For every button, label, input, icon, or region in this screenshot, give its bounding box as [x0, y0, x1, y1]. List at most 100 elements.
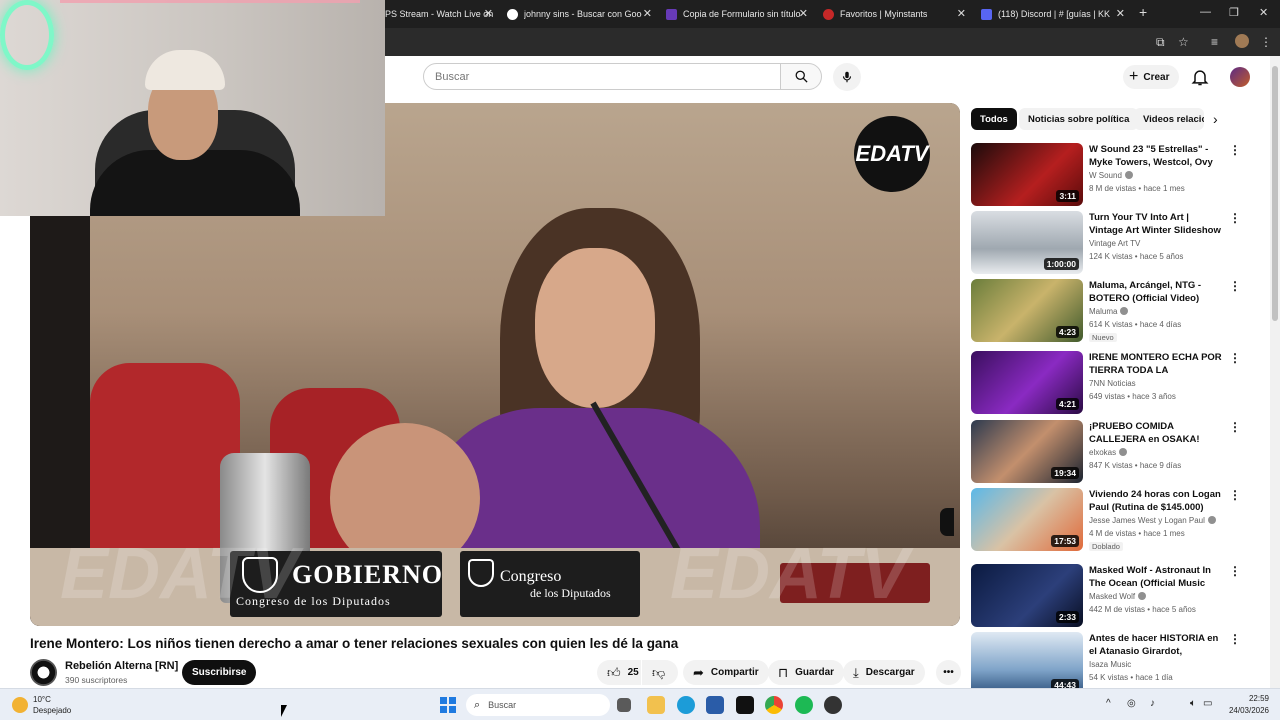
- more-vertical-icon[interactable]: ⋮: [1229, 211, 1241, 225]
- more-vertical-icon[interactable]: ⋮: [1229, 279, 1241, 293]
- spotify-icon[interactable]: [795, 696, 813, 714]
- scrollbar-thumb[interactable]: [1272, 66, 1278, 321]
- recommendation-channel[interactable]: Maluma: [1089, 307, 1129, 316]
- recommendation-channel[interactable]: Isaza Music: [1089, 660, 1131, 669]
- file-explorer-icon[interactable]: [647, 696, 665, 714]
- more-actions-button[interactable]: •••: [936, 660, 961, 685]
- more-vertical-icon[interactable]: ⋮: [1229, 488, 1241, 502]
- weather-condition[interactable]: Despejado: [33, 706, 71, 715]
- chip-politics[interactable]: Noticias sobre política: [1019, 108, 1139, 130]
- close-icon[interactable]: ✕: [957, 7, 966, 20]
- recommendation-title[interactable]: Masked Wolf - Astronaut In The Ocean (Of…: [1089, 564, 1225, 590]
- chrome-icon[interactable]: [765, 696, 783, 714]
- clock-date[interactable]: 24/03/2026: [1219, 706, 1269, 715]
- close-icon[interactable]: ✕: [799, 7, 808, 20]
- browser-tab[interactable]: Favoritos | Myinstants ✕: [823, 4, 966, 24]
- video-thumbnail[interactable]: 2:33: [971, 564, 1083, 627]
- windows-start-icon[interactable]: [440, 697, 456, 713]
- notifications-bell-icon[interactable]: [1190, 67, 1210, 87]
- recommendation-item[interactable]: 1:00:00 Turn Your TV Into Art | Vintage …: [971, 211, 1261, 275]
- more-vertical-icon[interactable]: ⋮: [1229, 143, 1241, 157]
- browser-tab[interactable]: Copia de Formulario sin título ✕: [666, 4, 808, 24]
- download-button[interactable]: ⤓ Descargar: [843, 660, 925, 685]
- close-icon[interactable]: ✕: [643, 7, 652, 20]
- recommendation-channel[interactable]: Vintage Art TV: [1089, 239, 1140, 248]
- recommendation-channel[interactable]: Masked Wolf: [1089, 592, 1147, 601]
- bookmark-star-icon[interactable]: ☆: [1178, 35, 1189, 49]
- search-button[interactable]: [780, 63, 822, 90]
- recommendation-channel[interactable]: Jesse James West y Logan Paul: [1089, 516, 1216, 525]
- task-view-icon[interactable]: [617, 698, 631, 712]
- recommendation-title[interactable]: Turn Your TV Into Art | Vintage Art Wint…: [1089, 211, 1225, 237]
- chip-related[interactable]: Videos relacionados: [1134, 108, 1204, 130]
- plus-icon[interactable]: +: [1139, 4, 1147, 20]
- more-vertical-icon[interactable]: ⋮: [1229, 420, 1241, 434]
- video-thumbnail[interactable]: 1:00:00: [971, 211, 1083, 274]
- recommendation-item[interactable]: 4:21 IRENE MONTERO ECHA POR TIERRA TODA …: [971, 351, 1261, 415]
- share-button[interactable]: ➦ Compartir: [683, 660, 769, 685]
- menu-icon[interactable]: ⋮: [1260, 35, 1272, 49]
- recommendation-item[interactable]: 17:53 Viviendo 24 horas con Logan Paul (…: [971, 488, 1261, 552]
- subscribe-button[interactable]: Suscribirse: [182, 660, 257, 685]
- recommendation-item[interactable]: 2:33 Masked Wolf - Astronaut In The Ocea…: [971, 564, 1261, 628]
- recommendation-title[interactable]: IRENE MONTERO ECHA POR TIERRA TODA LA ES…: [1089, 351, 1225, 377]
- close-window-icon[interactable]: ✕: [1259, 6, 1268, 19]
- recommendation-item[interactable]: 3:11 W Sound 23 "5 Estrellas" - Myke Tow…: [971, 143, 1261, 207]
- more-vertical-icon[interactable]: ⋮: [1229, 632, 1241, 646]
- chip-all[interactable]: Todos: [971, 108, 1017, 130]
- close-icon[interactable]: ✕: [1116, 7, 1125, 20]
- recommendation-item[interactable]: 19:34 ¡PRUEBO COMIDA CALLEJERA en OSAKA!…: [971, 420, 1261, 484]
- video-thumbnail[interactable]: 19:34: [971, 420, 1083, 483]
- maximize-icon[interactable]: ❐: [1229, 6, 1239, 19]
- save-button[interactable]: ⊓ Guardar: [768, 660, 845, 685]
- browser-tab[interactable]: johnny sins - Buscar con Googl ✕: [507, 4, 652, 24]
- chevron-up-icon[interactable]: ^: [1106, 698, 1111, 709]
- app-icon[interactable]: [824, 696, 842, 714]
- dislike-button[interactable]: 👎︎: [642, 660, 678, 685]
- media-control-icon[interactable]: ≡: [1211, 35, 1218, 49]
- network-icon[interactable]: ◎: [1127, 698, 1136, 709]
- taskbar-search[interactable]: ⌕ Buscar: [466, 694, 610, 716]
- browser-tab[interactable]: (118) Discord | # [guías | KK ✕: [981, 4, 1125, 24]
- recommendation-channel[interactable]: elxokas: [1089, 448, 1128, 457]
- recommendation-title[interactable]: Viviendo 24 horas con Logan Paul (Rutina…: [1089, 488, 1225, 514]
- recommendation-title[interactable]: Antes de hacer HISTORIA en el Atanasio G…: [1089, 632, 1225, 658]
- recommendation-title[interactable]: ¡PRUEBO COMIDA CALLEJERA en OSAKA! Xokas…: [1089, 420, 1225, 446]
- recommendation-title[interactable]: W Sound 23 "5 Estrellas" - Myke Towers, …: [1089, 143, 1225, 169]
- profile-avatar[interactable]: [1235, 34, 1249, 48]
- channel-name[interactable]: Rebelión Alterna [RN]: [65, 660, 178, 672]
- recommendation-item[interactable]: 44:43 Antes de hacer HISTORIA en el Atan…: [971, 632, 1261, 688]
- speaker-icon[interactable]: 🔈︎: [1190, 698, 1196, 709]
- minimize-icon[interactable]: —: [1200, 6, 1211, 18]
- recommendation-item[interactable]: 4:23 Maluma, Arcángel, NTG - BOTERO (Off…: [971, 279, 1261, 343]
- edge-icon[interactable]: [677, 696, 695, 714]
- video-thumbnail[interactable]: 4:21: [971, 351, 1083, 414]
- like-button[interactable]: 👍︎ 25: [597, 660, 641, 685]
- moon-weather-icon[interactable]: [12, 697, 28, 713]
- more-vertical-icon[interactable]: ⋮: [1229, 351, 1241, 365]
- weather-temperature[interactable]: 10°C: [33, 695, 51, 704]
- battery-icon[interactable]: ▭: [1203, 698, 1212, 709]
- microphone-tray-icon[interactable]: ♪: [1150, 698, 1155, 709]
- store-icon[interactable]: [706, 696, 724, 714]
- install-icon[interactable]: ⧉: [1156, 35, 1165, 50]
- video-thumbnail[interactable]: 44:43: [971, 632, 1083, 688]
- video-thumbnail[interactable]: 3:11: [971, 143, 1083, 206]
- channel-avatar[interactable]: [30, 659, 57, 686]
- page-scrollbar[interactable]: [1270, 56, 1280, 688]
- chevron-right-icon[interactable]: ›: [1213, 111, 1218, 127]
- clock-time[interactable]: 22:59: [1229, 694, 1269, 703]
- recommendation-title[interactable]: Maluma, Arcángel, NTG - BOTERO (Official…: [1089, 279, 1225, 305]
- user-avatar[interactable]: [1230, 67, 1250, 87]
- browser-tab[interactable]: PS Stream - Watch Live on ✕: [385, 4, 493, 24]
- video-thumbnail[interactable]: 4:23: [971, 279, 1083, 342]
- search-input[interactable]: [435, 70, 780, 83]
- video-thumbnail[interactable]: 17:53: [971, 488, 1083, 551]
- recommendation-channel[interactable]: 7NN Noticias: [1089, 379, 1136, 388]
- create-button[interactable]: + Crear: [1123, 65, 1180, 89]
- yahoo-icon[interactable]: [736, 696, 754, 714]
- voice-search-button[interactable]: [833, 63, 861, 91]
- recommendation-channel[interactable]: W Sound: [1089, 171, 1133, 180]
- more-vertical-icon[interactable]: ⋮: [1229, 564, 1241, 578]
- close-icon[interactable]: ✕: [484, 7, 493, 20]
